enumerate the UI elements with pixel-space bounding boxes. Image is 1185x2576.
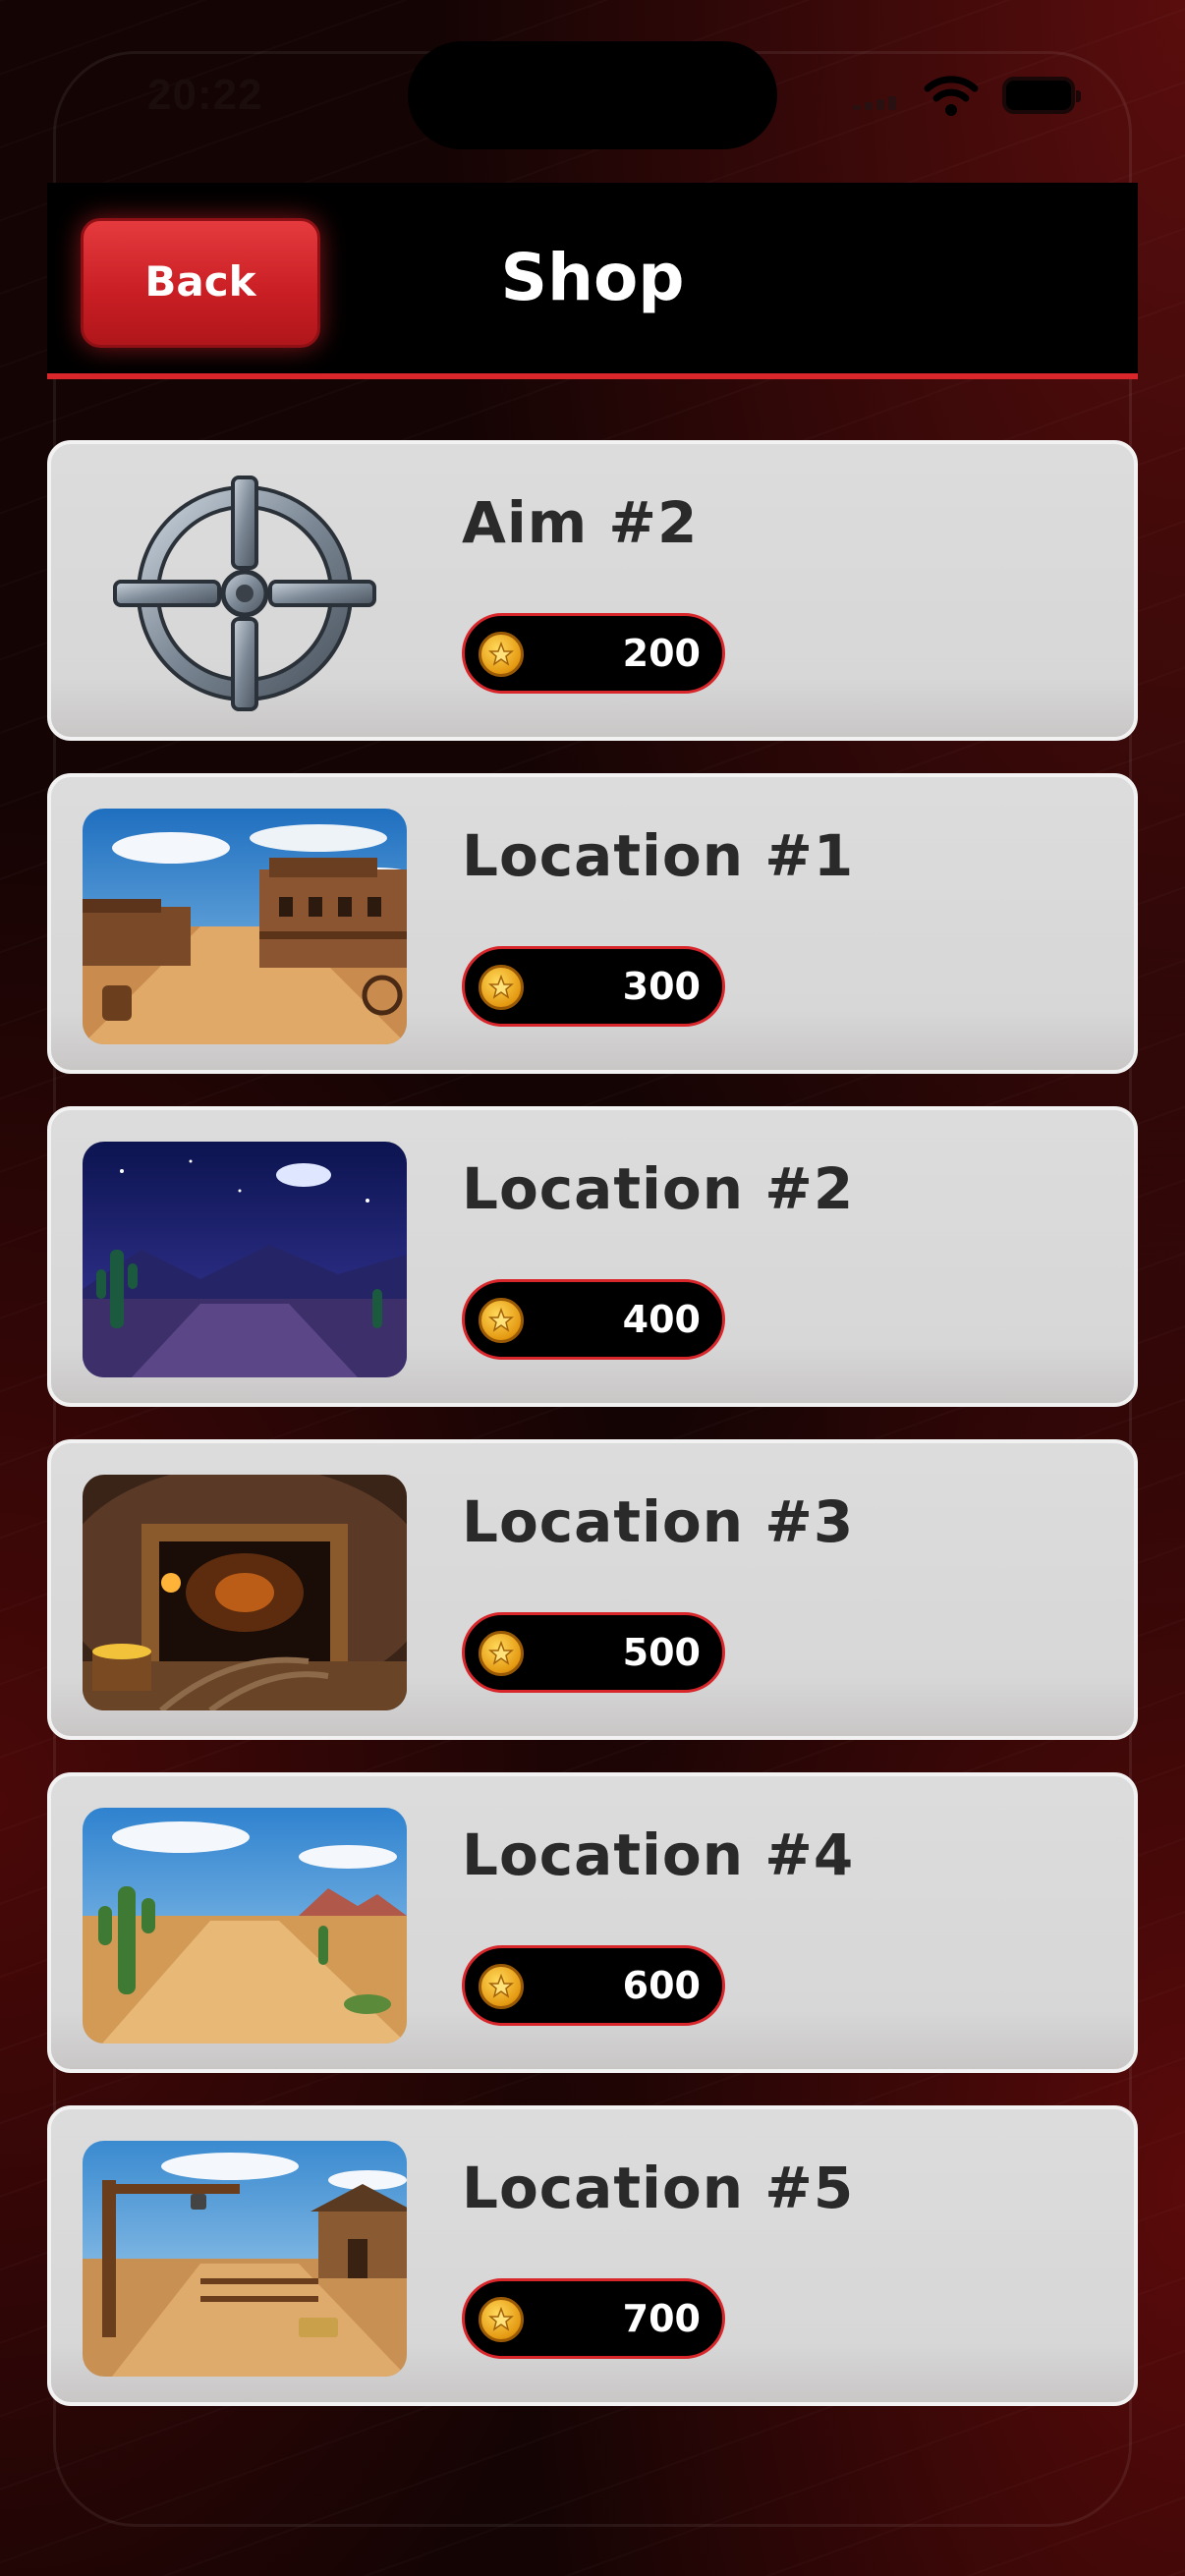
wifi-icon (924, 76, 979, 116)
item-name: Aim #2 (462, 489, 699, 556)
buy-button[interactable]: 400 (462, 1279, 725, 1360)
price-value: 700 (622, 2297, 701, 2340)
battery-icon (1002, 77, 1081, 114)
dynamic-island (408, 41, 777, 149)
night-desert-image (83, 1142, 407, 1377)
cellular-signal-icon (853, 94, 900, 110)
price-value: 600 (622, 1964, 701, 2007)
item-name: Location #2 (462, 1155, 855, 1222)
shop-item-location-3[interactable]: Location #3 500 (47, 1439, 1138, 1740)
header-bar: Shop Back (47, 183, 1138, 379)
status-bar: 20:22 (0, 0, 1185, 177)
desert-cactus-image (83, 1808, 407, 2044)
shop-item-location-1[interactable]: Location #1 300 (47, 773, 1138, 1074)
coin-icon (479, 632, 524, 677)
western-town-image (83, 809, 407, 1044)
coin-icon (479, 2297, 524, 2342)
buy-button[interactable]: 600 (462, 1945, 725, 2026)
item-name: Location #4 (462, 1821, 855, 1888)
crosshair-icon (83, 476, 407, 711)
item-name: Location #5 (462, 2155, 855, 2221)
shop-item-location-4[interactable]: Location #4 600 (47, 1772, 1138, 2073)
gold-mine-image (83, 1475, 407, 1710)
shop-item-location-5[interactable]: Location #5 700 (47, 2105, 1138, 2406)
buy-button[interactable]: 200 (462, 613, 725, 694)
buy-button[interactable]: 500 (462, 1612, 725, 1693)
coin-icon (479, 1298, 524, 1343)
price-value: 300 (622, 965, 701, 1008)
price-value: 500 (622, 1631, 701, 1674)
item-name: Location #3 (462, 1488, 855, 1555)
coin-icon (479, 965, 524, 1010)
status-time: 20:22 (147, 71, 263, 119)
price-value: 200 (622, 632, 701, 675)
shop-item-location-2[interactable]: Location #2 400 (47, 1106, 1138, 1407)
buy-button[interactable]: 300 (462, 946, 725, 1027)
coin-icon (479, 1631, 524, 1676)
buy-button[interactable]: 700 (462, 2278, 725, 2359)
back-button[interactable]: Back (81, 218, 320, 348)
item-name: Location #1 (462, 822, 855, 889)
shop-item-aim-2[interactable]: Aim #2 200 (47, 440, 1138, 741)
ranch-image (83, 2141, 407, 2377)
price-value: 400 (622, 1298, 701, 1341)
coin-icon (479, 1964, 524, 2009)
